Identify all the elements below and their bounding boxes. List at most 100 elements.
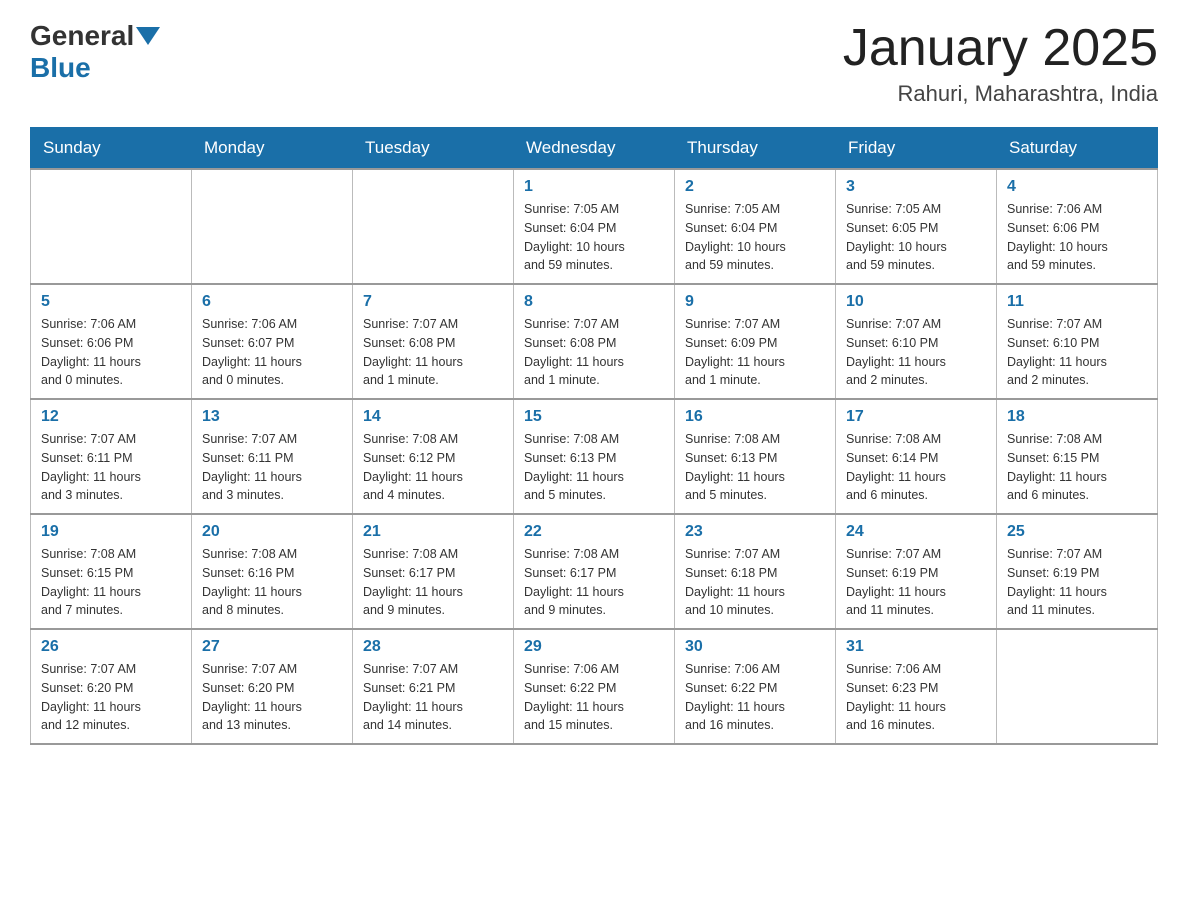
day-info: Sunrise: 7:05 AM Sunset: 6:05 PM Dayligh… — [846, 200, 986, 275]
calendar-cell: 12 Sunrise: 7:07 AM Sunset: 6:11 PM Dayli… — [31, 399, 192, 514]
column-header-wednesday: Wednesday — [514, 128, 675, 170]
calendar-cell — [31, 169, 192, 284]
calendar-cell: 10 Sunrise: 7:07 AM Sunset: 6:10 PM Dayli… — [836, 284, 997, 399]
day-number: 26 — [41, 638, 181, 656]
day-number: 11 — [1007, 293, 1147, 311]
day-number: 12 — [41, 408, 181, 426]
calendar-cell: 23 Sunrise: 7:07 AM Sunset: 6:18 PM Dayli… — [675, 514, 836, 629]
day-number: 3 — [846, 178, 986, 196]
calendar-cell: 25Sunrise: 7:07 AM Sunset: 6:19 PM Dayli… — [997, 514, 1158, 629]
calendar-cell: 3 Sunrise: 7:05 AM Sunset: 6:05 PM Daylig… — [836, 169, 997, 284]
calendar-cell: 30Sunrise: 7:06 AM Sunset: 6:22 PM Dayli… — [675, 629, 836, 744]
day-info: Sunrise: 7:07 AM Sunset: 6:11 PM Dayligh… — [41, 430, 181, 505]
logo-blue: Blue — [30, 52, 91, 84]
day-info: Sunrise: 7:07 AM Sunset: 6:08 PM Dayligh… — [524, 315, 664, 390]
calendar-cell: 15Sunrise: 7:08 AM Sunset: 6:13 PM Dayli… — [514, 399, 675, 514]
day-info: Sunrise: 7:08 AM Sunset: 6:15 PM Dayligh… — [1007, 430, 1147, 505]
calendar-cell: 31 Sunrise: 7:06 AM Sunset: 6:23 PM Dayli… — [836, 629, 997, 744]
column-header-friday: Friday — [836, 128, 997, 170]
day-number: 5 — [41, 293, 181, 311]
calendar-cell: 11 Sunrise: 7:07 AM Sunset: 6:10 PM Dayli… — [997, 284, 1158, 399]
day-info: Sunrise: 7:08 AM Sunset: 6:14 PM Dayligh… — [846, 430, 986, 505]
day-info: Sunrise: 7:07 AM Sunset: 6:09 PM Dayligh… — [685, 315, 825, 390]
calendar-cell: 17 Sunrise: 7:08 AM Sunset: 6:14 PM Dayli… — [836, 399, 997, 514]
day-info: Sunrise: 7:07 AM Sunset: 6:19 PM Dayligh… — [846, 545, 986, 620]
day-number: 27 — [202, 638, 342, 656]
day-number: 28 — [363, 638, 503, 656]
day-number: 6 — [202, 293, 342, 311]
calendar-cell: 4Sunrise: 7:06 AM Sunset: 6:06 PM Daylig… — [997, 169, 1158, 284]
calendar-cell: 24 Sunrise: 7:07 AM Sunset: 6:19 PM Dayli… — [836, 514, 997, 629]
day-number: 9 — [685, 293, 825, 311]
day-number: 24 — [846, 523, 986, 541]
day-info: Sunrise: 7:06 AM Sunset: 6:06 PM Dayligh… — [41, 315, 181, 390]
day-info: Sunrise: 7:06 AM Sunset: 6:06 PM Dayligh… — [1007, 200, 1147, 275]
calendar-cell — [997, 629, 1158, 744]
day-info: Sunrise: 7:07 AM Sunset: 6:20 PM Dayligh… — [202, 660, 342, 735]
day-number: 7 — [363, 293, 503, 311]
column-header-sunday: Sunday — [31, 128, 192, 170]
day-number: 2 — [685, 178, 825, 196]
day-info: Sunrise: 7:05 AM Sunset: 6:04 PM Dayligh… — [685, 200, 825, 275]
month-title: January 2025 — [843, 20, 1158, 77]
calendar-cell: 1 Sunrise: 7:05 AM Sunset: 6:04 PM Daylig… — [514, 169, 675, 284]
logo-triangle-icon — [136, 27, 160, 45]
day-info: Sunrise: 7:08 AM Sunset: 6:12 PM Dayligh… — [363, 430, 503, 505]
column-header-monday: Monday — [192, 128, 353, 170]
calendar-week-1: 1 Sunrise: 7:05 AM Sunset: 6:04 PM Daylig… — [31, 169, 1158, 284]
calendar-cell: 20Sunrise: 7:08 AM Sunset: 6:16 PM Dayli… — [192, 514, 353, 629]
day-info: Sunrise: 7:07 AM Sunset: 6:20 PM Dayligh… — [41, 660, 181, 735]
column-header-saturday: Saturday — [997, 128, 1158, 170]
calendar-cell: 21Sunrise: 7:08 AM Sunset: 6:17 PM Dayli… — [353, 514, 514, 629]
day-number: 13 — [202, 408, 342, 426]
day-number: 29 — [524, 638, 664, 656]
calendar-week-2: 5 Sunrise: 7:06 AM Sunset: 6:06 PM Daylig… — [31, 284, 1158, 399]
page-header: General Blue January 2025 Rahuri, Mahara… — [30, 20, 1158, 107]
calendar-cell: 8 Sunrise: 7:07 AM Sunset: 6:08 PM Daylig… — [514, 284, 675, 399]
calendar-week-4: 19 Sunrise: 7:08 AM Sunset: 6:15 PM Dayli… — [31, 514, 1158, 629]
day-number: 1 — [524, 178, 664, 196]
day-number: 19 — [41, 523, 181, 541]
calendar-cell: 13 Sunrise: 7:07 AM Sunset: 6:11 PM Dayli… — [192, 399, 353, 514]
day-info: Sunrise: 7:07 AM Sunset: 6:10 PM Dayligh… — [846, 315, 986, 390]
day-info: Sunrise: 7:08 AM Sunset: 6:16 PM Dayligh… — [202, 545, 342, 620]
calendar-cell — [192, 169, 353, 284]
day-info: Sunrise: 7:07 AM Sunset: 6:08 PM Dayligh… — [363, 315, 503, 390]
calendar-cell: 2 Sunrise: 7:05 AM Sunset: 6:04 PM Daylig… — [675, 169, 836, 284]
day-number: 23 — [685, 523, 825, 541]
logo: General Blue — [30, 20, 162, 84]
location-title: Rahuri, Maharashtra, India — [843, 81, 1158, 107]
day-info: Sunrise: 7:08 AM Sunset: 6:15 PM Dayligh… — [41, 545, 181, 620]
day-number: 21 — [363, 523, 503, 541]
day-number: 10 — [846, 293, 986, 311]
column-header-tuesday: Tuesday — [353, 128, 514, 170]
calendar-cell: 16Sunrise: 7:08 AM Sunset: 6:13 PM Dayli… — [675, 399, 836, 514]
day-number: 14 — [363, 408, 503, 426]
day-info: Sunrise: 7:06 AM Sunset: 6:22 PM Dayligh… — [685, 660, 825, 735]
day-info: Sunrise: 7:07 AM Sunset: 6:21 PM Dayligh… — [363, 660, 503, 735]
day-info: Sunrise: 7:05 AM Sunset: 6:04 PM Dayligh… — [524, 200, 664, 275]
day-info: Sunrise: 7:07 AM Sunset: 6:19 PM Dayligh… — [1007, 545, 1147, 620]
day-info: Sunrise: 7:07 AM Sunset: 6:11 PM Dayligh… — [202, 430, 342, 505]
column-header-thursday: Thursday — [675, 128, 836, 170]
day-number: 8 — [524, 293, 664, 311]
day-number: 16 — [685, 408, 825, 426]
day-info: Sunrise: 7:06 AM Sunset: 6:23 PM Dayligh… — [846, 660, 986, 735]
day-info: Sunrise: 7:06 AM Sunset: 6:22 PM Dayligh… — [524, 660, 664, 735]
day-info: Sunrise: 7:06 AM Sunset: 6:07 PM Dayligh… — [202, 315, 342, 390]
calendar-cell: 26 Sunrise: 7:07 AM Sunset: 6:20 PM Dayli… — [31, 629, 192, 744]
calendar-header-row: SundayMondayTuesdayWednesdayThursdayFrid… — [31, 128, 1158, 170]
calendar-cell: 6 Sunrise: 7:06 AM Sunset: 6:07 PM Daylig… — [192, 284, 353, 399]
day-info: Sunrise: 7:07 AM Sunset: 6:10 PM Dayligh… — [1007, 315, 1147, 390]
day-number: 18 — [1007, 408, 1147, 426]
day-number: 17 — [846, 408, 986, 426]
title-section: January 2025 Rahuri, Maharashtra, India — [843, 20, 1158, 107]
calendar-cell: 5 Sunrise: 7:06 AM Sunset: 6:06 PM Daylig… — [31, 284, 192, 399]
calendar-cell: 7 Sunrise: 7:07 AM Sunset: 6:08 PM Daylig… — [353, 284, 514, 399]
calendar-cell: 19 Sunrise: 7:08 AM Sunset: 6:15 PM Dayli… — [31, 514, 192, 629]
day-number: 31 — [846, 638, 986, 656]
day-number: 15 — [524, 408, 664, 426]
logo-text: General — [30, 20, 162, 52]
calendar-cell: 22Sunrise: 7:08 AM Sunset: 6:17 PM Dayli… — [514, 514, 675, 629]
day-info: Sunrise: 7:07 AM Sunset: 6:18 PM Dayligh… — [685, 545, 825, 620]
